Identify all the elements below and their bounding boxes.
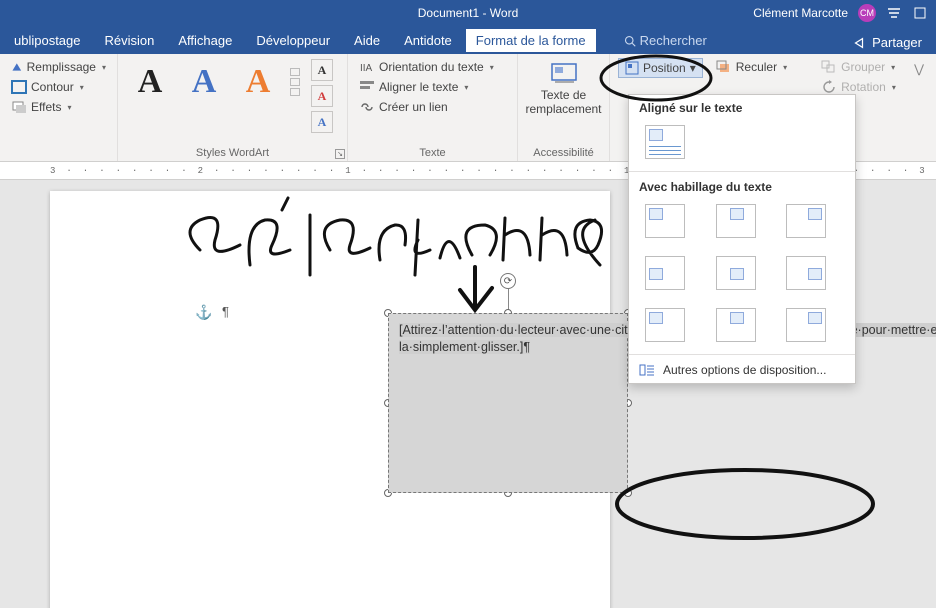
svg-text:IIA: IIA [360, 63, 373, 74]
tab-antidote[interactable]: Antidote [394, 29, 462, 54]
share-icon [852, 36, 866, 50]
search-icon [624, 35, 636, 47]
tab-affichage[interactable]: Affichage [168, 29, 242, 54]
dropdown-section1-title: Aligné sur le texte [629, 95, 855, 119]
send-backward-button[interactable]: Reculer▾ [713, 58, 790, 76]
shape-outline-button[interactable]: Contour▾ [8, 78, 109, 96]
position-tc[interactable] [716, 204, 756, 238]
group-objects-button: Grouper▾ [818, 58, 899, 76]
text-group-label: Texte [356, 145, 509, 159]
tab-developpeur[interactable]: Développeur [246, 29, 340, 54]
rotation-handle[interactable]: ⟳ [500, 273, 516, 289]
wordart-group-label: Styles WordArt [126, 145, 339, 159]
tab-revision[interactable]: Révision [95, 29, 165, 54]
position-mc[interactable] [716, 256, 756, 290]
position-bc[interactable] [716, 308, 756, 342]
gallery-more-icon[interactable] [290, 88, 300, 96]
group-text: IIA Orientation du texte▾ Aligner le tex… [348, 54, 518, 161]
tab-format-forme[interactable]: Format de la forme [466, 29, 596, 54]
text-direction-icon: IIA [359, 60, 375, 74]
send-backward-icon [716, 60, 732, 74]
text-direction-button[interactable]: IIA Orientation du texte▾ [356, 58, 509, 76]
position-bl[interactable] [645, 308, 685, 342]
ribbon-display-options-icon[interactable] [886, 5, 902, 21]
tab-aide[interactable]: Aide [344, 29, 390, 54]
fill-icon [11, 60, 23, 74]
effects-icon [11, 100, 27, 114]
search-placeholder: Rechercher [640, 33, 707, 48]
shape-fill-button[interactable]: Remplissage▾ [8, 58, 109, 76]
dropdown-section2-title: Avec habillage du texte [629, 174, 855, 198]
align-text-icon [359, 80, 375, 94]
group-shape-styles: Remplissage▾ Contour▾ Effets▾ [0, 54, 118, 161]
wordart-style-1[interactable]: A [126, 58, 174, 106]
paragraph-mark: ¶ [222, 304, 229, 319]
gallery-up-icon[interactable] [290, 68, 300, 76]
selected-textbox[interactable]: [Attirez·l’attention·du·lecteur·avec·une… [388, 313, 628, 493]
wordart-launcher-icon[interactable]: ↘ [335, 149, 345, 159]
position-inline[interactable] [645, 125, 685, 159]
user-name: Clément Marcotte [753, 6, 848, 20]
position-button[interactable]: Position▾ [618, 58, 703, 78]
alt-text-button[interactable]: Texte de remplacement [526, 58, 601, 121]
outline-icon [11, 80, 27, 94]
share-button[interactable]: Partager [842, 31, 932, 54]
position-icon [625, 61, 639, 75]
position-br[interactable] [786, 308, 826, 342]
position-tr[interactable] [786, 204, 826, 238]
wordart-style-3[interactable]: A [234, 58, 282, 106]
window-restore-icon[interactable] [912, 5, 928, 21]
gallery-down-icon[interactable] [290, 78, 300, 86]
text-fill-button[interactable]: A [311, 59, 333, 81]
ribbon-tabs: ublipostage Révision Affichage Développe… [0, 26, 936, 54]
position-mr[interactable] [786, 256, 826, 290]
position-tl[interactable] [645, 204, 685, 238]
tab-publipostage[interactable]: ublipostage [4, 29, 91, 54]
anchor-icon: ⚓ [195, 304, 212, 321]
create-link-button[interactable]: Créer un lien [356, 98, 509, 116]
wordart-style-2[interactable]: A [180, 58, 228, 106]
user-area: Clément Marcotte CM [753, 4, 928, 22]
rotation-icon [821, 80, 837, 94]
group-icon [821, 60, 837, 74]
alt-text-icon [550, 62, 578, 86]
ribbon-collapse-icon[interactable]: ⋁ [914, 58, 924, 80]
position-dropdown: Aligné sur le texte Avec habillage du te… [628, 94, 856, 384]
more-layout-label: Autres options de disposition... [663, 363, 826, 377]
user-avatar[interactable]: CM [858, 4, 876, 22]
document-title: Document1 - Word [418, 6, 518, 20]
title-bar: Document1 - Word Clément Marcotte CM [0, 0, 936, 26]
layout-options-icon [639, 363, 655, 377]
accessibility-group-label: Accessibilité [526, 145, 601, 159]
group-accessibility: Texte de remplacement Accessibilité [518, 54, 610, 161]
position-ml[interactable] [645, 256, 685, 290]
group-wordart: A A A A A A Styles WordArt ↘ [118, 54, 348, 161]
text-effects-button[interactable]: A [311, 111, 333, 133]
text-outline-button[interactable]: A [311, 85, 333, 107]
link-icon [359, 100, 375, 114]
more-layout-options[interactable]: Autres options de disposition... [629, 357, 855, 383]
textbox-selection[interactable]: ⟳ [Attirez·l’attention·du·lecteur·avec·u… [388, 313, 628, 493]
shape-effects-button[interactable]: Effets▾ [8, 98, 109, 116]
search-box[interactable]: Rechercher [614, 29, 717, 54]
page[interactable]: ⚓ ¶ ⟳ [Attirez·l’attention·du·lecteur·av… [50, 191, 610, 608]
align-text-button[interactable]: Aligner le texte▾ [356, 78, 509, 96]
